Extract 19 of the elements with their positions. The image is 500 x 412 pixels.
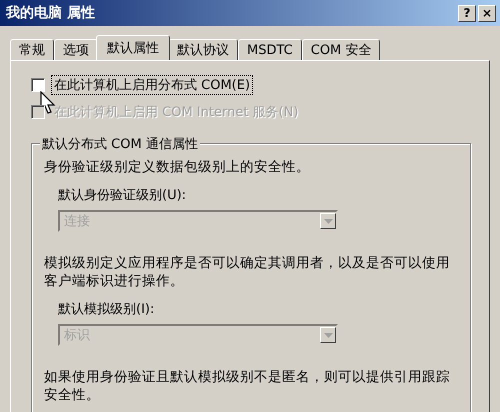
dropdown-arrow-icon [324, 218, 332, 224]
checkbox-label[interactable]: 在此计算机上启用分布式 COM(E) [51, 74, 254, 94]
tab[interactable]: MSDTC [238, 39, 302, 60]
field-label: 默认身份验证级别(U): [58, 187, 188, 204]
group-title: 默认分布式 COM 通信属性 [40, 135, 200, 153]
window-title: 我的电脑 属性 [6, 4, 95, 22]
tab[interactable]: COM 安全 [302, 39, 380, 60]
help-button[interactable]: ? [458, 4, 476, 22]
dropdown-arrow-icon [324, 332, 332, 338]
description-text: 身份验证级别定义数据包级别上的安全性。 [44, 158, 311, 176]
tab[interactable]: 默认属性 [96, 35, 170, 60]
tab[interactable]: 默认协议 [168, 39, 238, 60]
close-button[interactable]: × [478, 4, 496, 22]
tab[interactable]: 常规 [10, 39, 54, 60]
note-text: 如果使用身份验证且默认模拟级别不是匿名，则可以提供引用跟踪安全性。 [44, 368, 451, 404]
checkbox[interactable] [31, 78, 45, 92]
description-text: 模拟级别定义应用程序是否可以确定其调用者，以及是否可以使用客户端标识进行操作。 [44, 254, 451, 290]
tab[interactable]: 选项 [54, 39, 98, 60]
field-label: 默认模拟级别(I): [58, 301, 156, 318]
